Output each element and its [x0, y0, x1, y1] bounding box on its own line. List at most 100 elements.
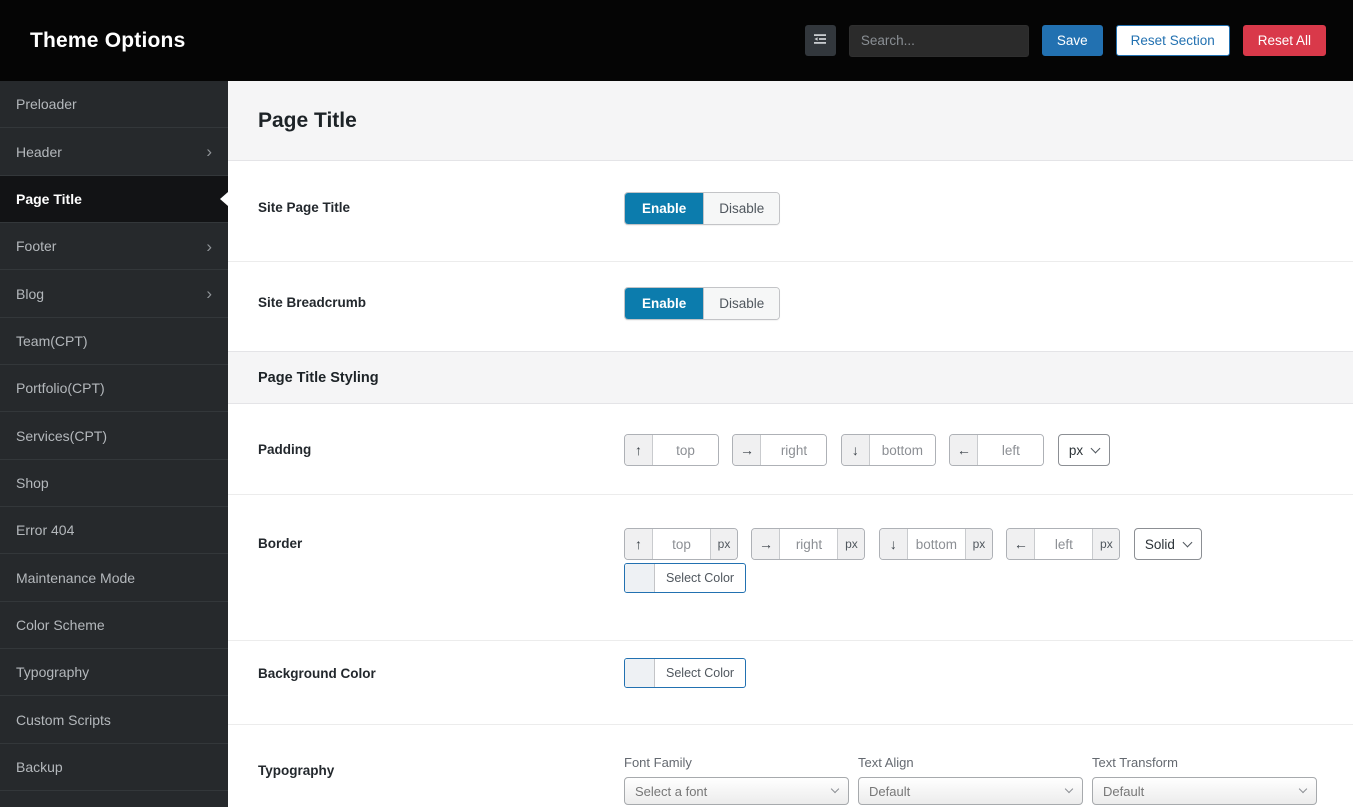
sidebar-item-label: Typography [16, 664, 90, 681]
topbar-actions: Save Reset Section Reset All [804, 24, 1353, 57]
sidebar-item-error-404[interactable]: Error 404 [0, 507, 228, 555]
chevron-right-icon: › [206, 284, 212, 304]
disable-button[interactable]: Disable [703, 288, 780, 319]
sidebar-item-label: Footer [16, 238, 57, 255]
chevron-down-icon [1064, 784, 1074, 794]
sidebar-item-label: Preloader [16, 96, 77, 113]
text-transform-select[interactable]: Default [1092, 777, 1317, 805]
section-header: Page Title [228, 81, 1353, 161]
text-align-select[interactable]: Default [858, 777, 1083, 805]
chevron-down-icon [1090, 443, 1101, 453]
sidebar-item-header[interactable]: Header › [0, 128, 228, 176]
color-picker-label: Select Color [666, 571, 735, 585]
arrow-down-icon: ↓ [841, 435, 870, 465]
unit-label: px [710, 529, 737, 559]
chevron-down-icon [1182, 537, 1193, 547]
chevron-right-icon: › [206, 142, 212, 162]
border-top-input[interactable] [653, 529, 710, 559]
sidebar-item-portfolio[interactable]: Portfolio(CPT) [0, 365, 228, 413]
sidebar-item-backup[interactable]: Backup [0, 744, 228, 792]
sidebar-nav: Preloader Header › Page Title Footer › B… [0, 81, 228, 807]
search-input[interactable] [848, 24, 1029, 57]
arrow-right-icon: → [752, 529, 781, 559]
padding-right-input[interactable] [761, 435, 827, 465]
sidebar-item-footer[interactable]: Footer › [0, 223, 228, 271]
border-style-select[interactable]: Solid [1133, 528, 1202, 560]
padding-left-input[interactable] [978, 435, 1044, 465]
field-row-border: Border ↑ px → px ↓ px [228, 495, 1353, 641]
sidebar-item-page-title[interactable]: Page Title [0, 175, 228, 224]
chevron-down-icon [1298, 784, 1308, 794]
text-transform-label: Text Transform [1092, 755, 1178, 770]
select-value: Solid [1144, 536, 1175, 552]
sidebar-item-preloader[interactable]: Preloader [0, 81, 228, 129]
content-panel: Page Title Site Page Title Enable Disabl… [228, 81, 1353, 807]
border-right-input[interactable] [780, 529, 838, 559]
background-color-picker-button[interactable]: Select Color [624, 658, 747, 688]
border-left-input[interactable] [1035, 529, 1093, 559]
enable-button[interactable]: Enable [625, 193, 704, 224]
subsection-title: Page Title Styling [258, 369, 379, 386]
sidebar-item-label: Blog [16, 285, 45, 302]
border-top-group: ↑ px [624, 528, 738, 560]
field-row-padding: Padding ↑ → ↓ ← px [228, 404, 1353, 495]
padding-top-input[interactable] [653, 435, 718, 465]
unit-label: px [964, 529, 992, 559]
font-family-label: Font Family [624, 755, 692, 770]
site-breadcrumb-toggle: Enable Disable [624, 287, 781, 320]
sidebar-item-label: Portfolio(CPT) [16, 380, 105, 397]
field-label: Typography [258, 763, 335, 778]
field-label: Site Breadcrumb [258, 295, 367, 310]
padding-unit-select[interactable]: px [1057, 434, 1111, 466]
sidebar-item-maintenance-mode[interactable]: Maintenance Mode [0, 554, 228, 602]
padding-bottom-group: ↓ [840, 434, 936, 466]
sidebar-item-blog[interactable]: Blog › [0, 270, 228, 318]
sidebar-item-shop[interactable]: Shop [0, 460, 228, 508]
sidebar-item-label: Custom Scripts [16, 711, 111, 728]
field-row-background-color: Background Color Select Color [228, 641, 1353, 725]
arrow-right-icon: → [733, 435, 762, 465]
arrow-left-icon: ← [1007, 529, 1036, 559]
field-label: Border [258, 536, 303, 551]
sidebar-item-label: Services(CPT) [16, 427, 108, 444]
chevron-right-icon: › [206, 236, 212, 256]
outdent-icon [812, 31, 828, 50]
sidebar-item-typography[interactable]: Typography [0, 649, 228, 697]
unit-label: px [837, 529, 865, 559]
border-color-picker-button[interactable]: Select Color [624, 563, 747, 593]
border-right-group: → px [751, 528, 866, 560]
select-value: Default [1103, 783, 1145, 799]
field-label: Background Color [258, 666, 376, 681]
sidebar-item-label: Shop [16, 474, 49, 491]
sidebar-item-services[interactable]: Services(CPT) [0, 412, 228, 460]
collapse-panels-button[interactable] [804, 25, 836, 56]
save-button[interactable]: Save [1041, 25, 1103, 56]
border-bottom-input[interactable] [907, 529, 965, 559]
reset-section-button[interactable]: Reset Section [1115, 25, 1230, 56]
border-left-group: ← px [1006, 528, 1121, 560]
sidebar-item-label: Header [16, 143, 62, 160]
page-title: Page Title [258, 108, 357, 132]
sidebar-item-label: Page Title [16, 190, 82, 207]
reset-all-button[interactable]: Reset All [1242, 25, 1326, 56]
padding-right-group: → [732, 434, 828, 466]
subsection-header: Page Title Styling [228, 351, 1353, 404]
padding-top-group: ↑ [624, 434, 719, 466]
select-value: Select a font [635, 783, 708, 799]
padding-left-group: ← [949, 434, 1045, 466]
field-row-typography: Typography Font Family Select a font Tex… [228, 725, 1353, 807]
enable-button[interactable]: Enable [625, 288, 704, 319]
sidebar-item-custom-scripts[interactable]: Custom Scripts [0, 696, 228, 744]
text-align-label: Text Align [858, 755, 914, 770]
disable-button[interactable]: Disable [703, 193, 780, 224]
color-picker-label: Select Color [666, 666, 735, 680]
color-swatch [625, 564, 655, 592]
sidebar-item-label: Error 404 [16, 522, 75, 539]
sidebar-item-color-scheme[interactable]: Color Scheme [0, 602, 228, 650]
color-swatch [625, 659, 655, 687]
padding-bottom-input[interactable] [869, 435, 935, 465]
font-family-select[interactable]: Select a font [624, 777, 849, 805]
sidebar-item-team[interactable]: Team(CPT) [0, 318, 228, 366]
arrow-left-icon: ← [950, 435, 979, 465]
site-page-title-toggle: Enable Disable [624, 192, 781, 225]
